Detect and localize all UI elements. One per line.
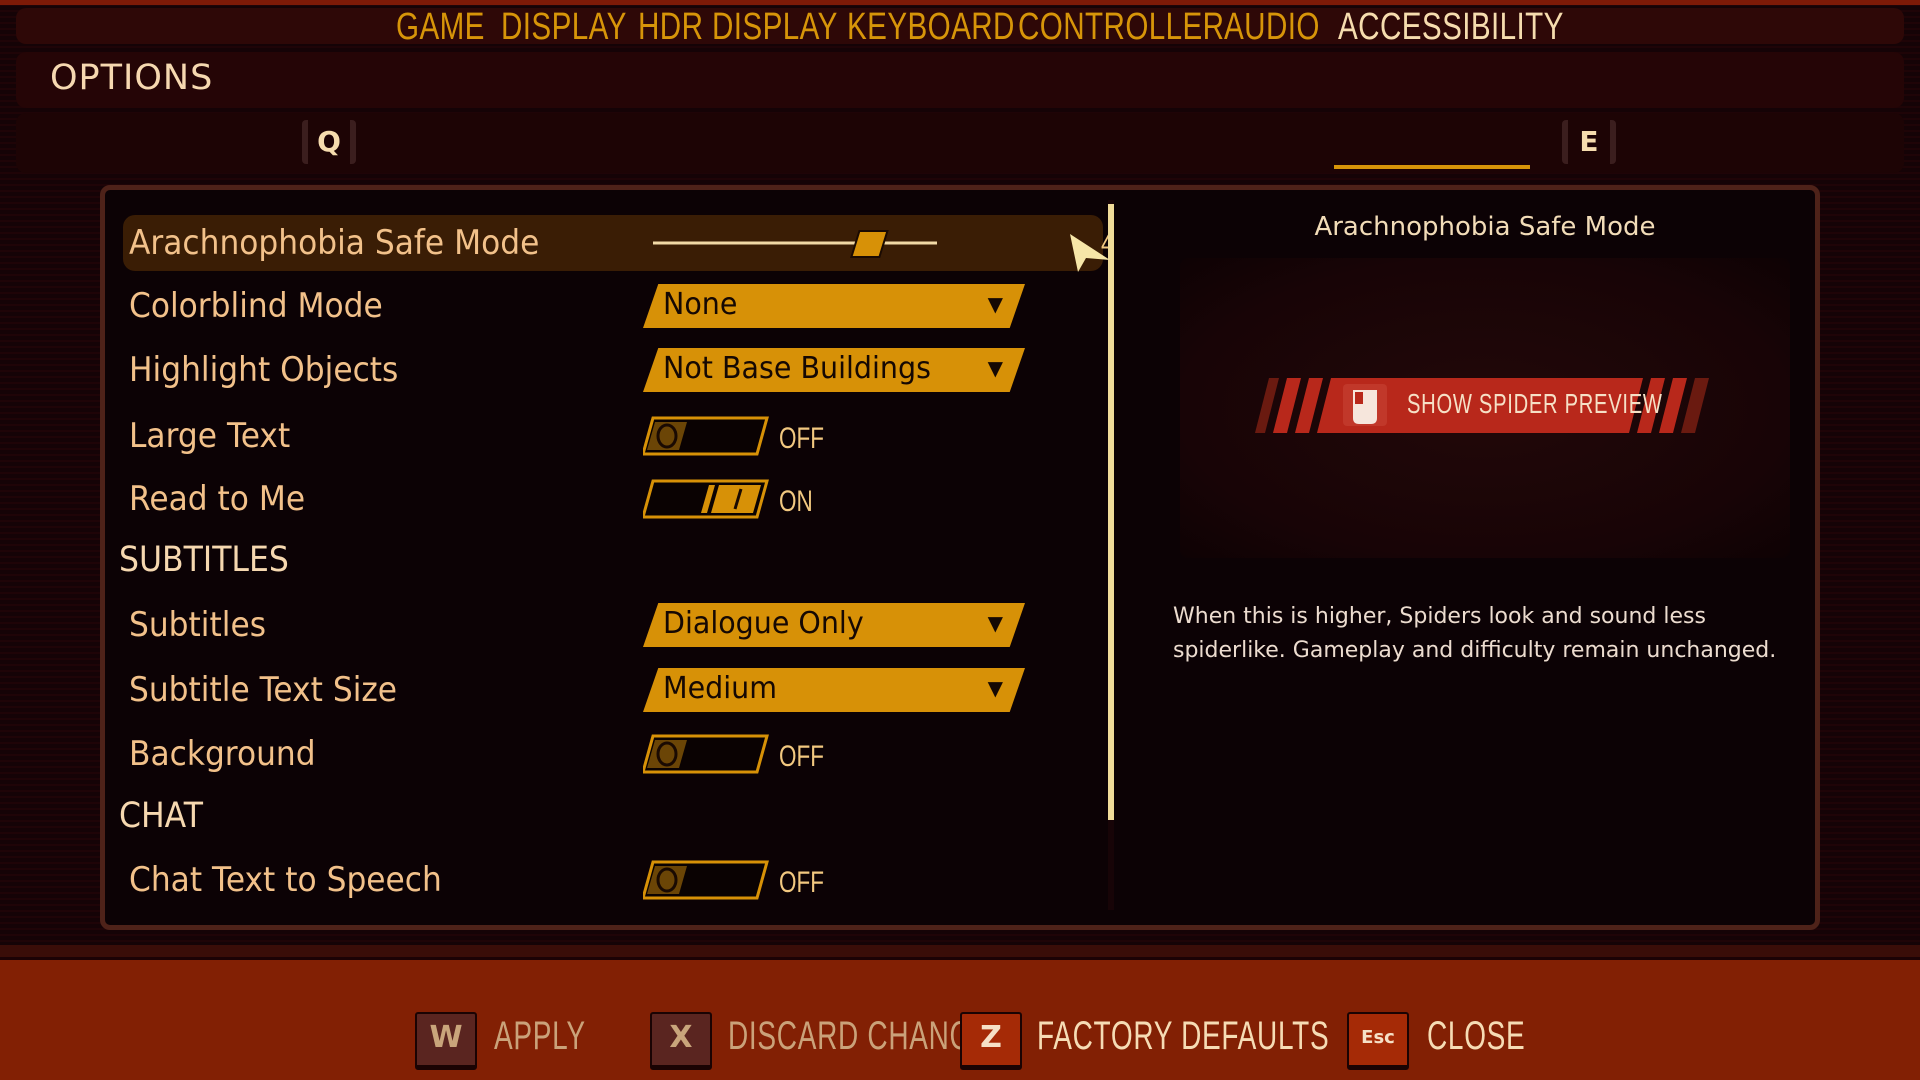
subtitle-size-dropdown[interactable]: Medium ▼	[643, 668, 1025, 712]
tab-keyboard[interactable]: KEYBOARD	[847, 6, 1015, 49]
arachnophobia-slider[interactable]: 4	[653, 223, 1114, 263]
setting-label: Highlight Objects	[129, 350, 399, 390]
setting-subtitle-text-size[interactable]: Subtitle Text Size Medium ▼	[123, 662, 1103, 718]
slider-thumb	[850, 230, 889, 258]
key-glyph: Esc	[1361, 1027, 1395, 1048]
chevron-down-icon: ▼	[987, 676, 1003, 700]
setting-label: Read to Me	[129, 479, 306, 519]
setting-read-to-me[interactable]: Read to Me ON	[123, 471, 1103, 527]
tab-game[interactable]: GAME	[396, 6, 485, 49]
slider-track	[653, 230, 937, 258]
key-glyph: X	[669, 1020, 693, 1055]
toggle-state: OFF	[779, 740, 824, 773]
mouse-cursor-icon	[1070, 234, 1110, 272]
setting-label: Large Text	[129, 416, 291, 456]
chat-tts-toggle[interactable]: OFF	[641, 860, 824, 900]
top-accent-strip	[0, 0, 1920, 5]
toggle-off-icon	[643, 926, 769, 930]
setting-subtitle-background[interactable]: Background OFF	[123, 726, 1103, 782]
dropdown-value: Dialogue Only	[663, 606, 864, 641]
setting-label: Arachnophobia Safe Mode	[129, 223, 540, 263]
scrollbar-thumb[interactable]	[1108, 204, 1114, 820]
apply-key[interactable]: W	[415, 1012, 477, 1070]
setting-label: Subtitles	[129, 605, 266, 645]
toggle-off-icon	[641, 734, 769, 774]
footer-bar: W APPLY X DISCARD CHANGES Z FACTORY DEFA…	[0, 960, 1920, 1080]
dropdown-value: None	[663, 287, 738, 322]
tab-band	[16, 113, 1904, 173]
close-key[interactable]: Esc	[1347, 1012, 1409, 1070]
setting-colorblind-mode[interactable]: Colorblind Mode None ▼	[123, 278, 1103, 334]
footer-separator	[0, 945, 1920, 960]
setting-large-text[interactable]: Large Text OFF	[123, 408, 1103, 464]
discard-key[interactable]: X	[650, 1012, 712, 1070]
read-to-me-toggle[interactable]: ON	[641, 479, 813, 519]
chevron-down-icon: ▼	[987, 611, 1003, 635]
section-heading-subtitles: SUBTITLES	[119, 540, 289, 580]
tab-controller[interactable]: CONTROLLER	[1018, 6, 1224, 49]
detail-description: When this is higher, Spiders look and so…	[1173, 604, 1777, 663]
toggle-state: ON	[779, 485, 813, 518]
factory-defaults-key[interactable]: Z	[960, 1012, 1022, 1070]
setting-arachnophobia-safe-mode[interactable]: Arachnophobia Safe Mode 4	[123, 215, 1114, 271]
chevron-down-icon: ▼	[987, 292, 1003, 316]
chevron-down-icon: ▼	[987, 356, 1003, 380]
detail-title: Arachnophobia Safe Mode	[1314, 212, 1656, 242]
toggle-on-icon	[641, 479, 769, 519]
setting-label: Background	[129, 734, 316, 774]
page-title: OPTIONS	[50, 58, 214, 98]
toggle-off-icon	[641, 860, 769, 900]
tab-display[interactable]: DISPLAY	[501, 6, 627, 49]
toggle-off-icon	[641, 416, 769, 456]
highlight-objects-dropdown[interactable]: Not Base Buildings ▼	[643, 348, 1025, 392]
setting-highlight-objects[interactable]: Highlight Objects Not Base Buildings ▼	[123, 342, 1103, 398]
dropdown-value: Medium	[663, 671, 777, 706]
dropdown-value: Not Base Buildings	[663, 351, 931, 386]
large-text-toggle[interactable]: OFF	[641, 416, 824, 456]
section-heading-chat: CHAT	[119, 796, 204, 836]
setting-label: Subtitle Text Size	[129, 670, 398, 710]
title-band	[16, 52, 1904, 108]
setting-label: Chat Text to Speech	[129, 860, 442, 900]
key-glyph: W	[429, 1020, 463, 1055]
subtitles-dropdown[interactable]: Dialogue Only ▼	[643, 603, 1025, 647]
background-toggle[interactable]: OFF	[641, 734, 824, 774]
close-button[interactable]: CLOSE	[1427, 1014, 1525, 1059]
tab-audio[interactable]: AUDIO	[1224, 6, 1320, 49]
factory-defaults-button[interactable]: FACTORY DEFAULTS	[1037, 1014, 1329, 1059]
setting-chat-text-to-speech[interactable]: Chat Text to Speech OFF	[123, 852, 1103, 908]
tab-accessibility[interactable]: ACCESSIBILITY	[1338, 6, 1564, 49]
toggle-state: OFF	[779, 422, 824, 455]
colorblind-dropdown[interactable]: None ▼	[643, 284, 1025, 328]
cut-off-toggle[interactable]	[643, 926, 769, 930]
active-tab-underline	[1334, 165, 1530, 169]
next-tab-key[interactable]: E	[1562, 120, 1616, 164]
show-spider-preview-label: SHOW SPIDER PREVIEW	[1407, 388, 1663, 419]
key-glyph: Z	[980, 1020, 1002, 1055]
apply-button[interactable]: APPLY	[494, 1014, 586, 1059]
setting-label: Colorblind Mode	[129, 286, 383, 326]
setting-cut-off-row[interactable]	[123, 918, 1103, 930]
prev-tab-key[interactable]: Q	[302, 120, 356, 164]
toggle-state: OFF	[779, 866, 824, 899]
tab-hdr-display[interactable]: HDR DISPLAY	[638, 6, 838, 49]
setting-subtitles[interactable]: Subtitles Dialogue Only ▼	[123, 597, 1103, 653]
